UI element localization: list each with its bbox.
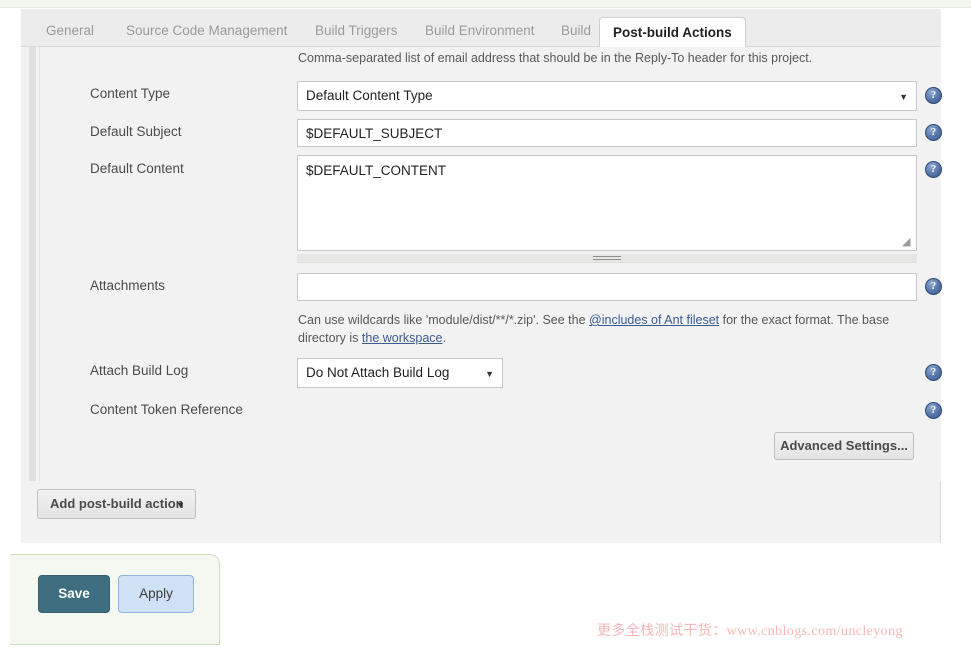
- attachments-label: Attachments: [90, 278, 166, 293]
- content-token-reference-label: Content Token Reference: [90, 402, 243, 417]
- advanced-settings-button[interactable]: Advanced Settings...: [774, 432, 914, 460]
- tab-general[interactable]: General: [33, 17, 107, 47]
- default-subject-label: Default Subject: [90, 124, 182, 139]
- add-post-build-action-label: Add post-build action: [50, 496, 184, 511]
- config-tab-bar: General Source Code Management Build Tri…: [21, 9, 941, 48]
- tab-build-triggers[interactable]: Build Triggers: [302, 17, 411, 47]
- reply-to-hint: Comma-separated list of email address th…: [298, 51, 813, 65]
- default-subject-input[interactable]: [297, 119, 917, 147]
- attachments-hint-text-3: .: [442, 331, 446, 345]
- attachments-hint: Can use wildcards like 'module/dist/**/*…: [298, 311, 938, 347]
- attachments-input[interactable]: [297, 273, 917, 301]
- form-fields-container: Comma-separated list of email address th…: [39, 47, 942, 481]
- attach-build-log-label: Attach Build Log: [90, 363, 189, 378]
- content-type-select[interactable]: Default Content Type ▼: [297, 81, 917, 111]
- workspace-link[interactable]: the workspace: [362, 331, 443, 345]
- save-apply-panel: Save Apply: [10, 554, 220, 645]
- help-icon-content-token-reference[interactable]: [925, 402, 942, 419]
- help-icon-default-content[interactable]: [925, 161, 942, 178]
- content-type-label: Content Type: [90, 86, 171, 101]
- watermark-text: 更多全栈测试干货：www.cnblogs.com/uncleyong: [597, 624, 903, 639]
- chevron-down-icon: ▼: [176, 500, 185, 510]
- tab-source-code-management[interactable]: Source Code Management: [113, 17, 300, 47]
- attach-build-log-select[interactable]: Do Not Attach Build Log ▼: [297, 358, 503, 388]
- tab-build-environment[interactable]: Build Environment: [412, 17, 548, 47]
- tab-post-build-actions[interactable]: Post-build Actions: [599, 17, 746, 48]
- default-content-label: Default Content: [90, 161, 184, 176]
- save-button[interactable]: Save: [38, 575, 110, 613]
- block-drag-handle[interactable]: [29, 47, 36, 481]
- help-icon-content-type[interactable]: [925, 87, 942, 104]
- tab-build[interactable]: Build: [548, 17, 604, 47]
- attachments-hint-text-1: Can use wildcards like 'module/dist/**/*…: [298, 313, 590, 327]
- resize-grip-icon[interactable]: ◢: [902, 237, 914, 249]
- default-content-textarea[interactable]: $DEFAULT_CONTENT ◢: [297, 155, 917, 251]
- chevron-down-icon: ▼: [485, 369, 494, 379]
- post-build-form: Comma-separated list of email address th…: [21, 47, 942, 481]
- help-icon-default-subject[interactable]: [925, 124, 942, 141]
- attach-build-log-value: Do Not Attach Build Log: [306, 365, 450, 380]
- textarea-resize-bar[interactable]: [297, 254, 917, 263]
- jenkins-config-page: General Source Code Management Build Tri…: [0, 0, 971, 655]
- help-icon-attach-build-log[interactable]: [925, 364, 942, 381]
- ant-fileset-link[interactable]: @includes of Ant fileset: [589, 313, 719, 327]
- add-post-build-action-button[interactable]: Add post-build action ▼: [37, 489, 196, 519]
- apply-button[interactable]: Apply: [118, 575, 194, 613]
- drag-handle-icon: [593, 256, 621, 260]
- chevron-down-icon: ▼: [899, 92, 908, 102]
- help-icon-attachments[interactable]: [925, 278, 942, 295]
- content-type-value: Default Content Type: [306, 88, 433, 103]
- default-content-value: $DEFAULT_CONTENT: [306, 163, 447, 178]
- top-sticky-strip: [0, 0, 971, 8]
